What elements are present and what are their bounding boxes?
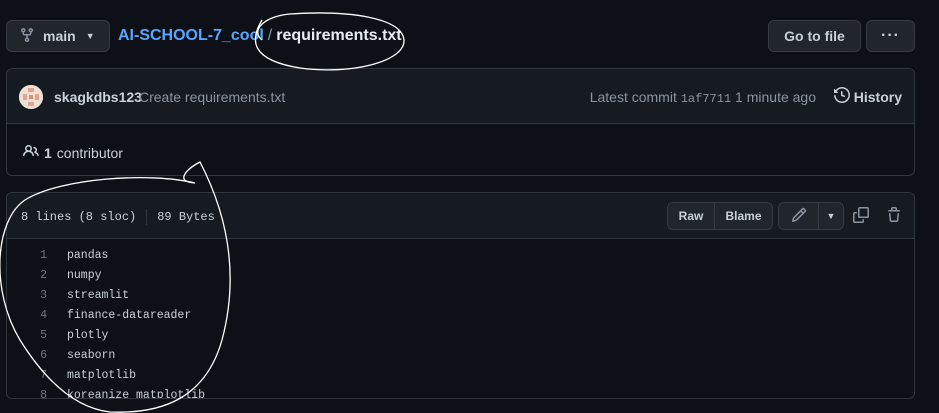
code-line: 3 streamlit [7,285,914,305]
file-size: 89 Bytes [157,210,215,224]
go-to-file-button[interactable]: Go to file [768,20,861,52]
breadcrumb-file-name: requirements.txt [276,27,402,44]
commit-sha-link[interactable]: 1af7711 [681,92,731,106]
code-line: 6 seaborn [7,345,914,365]
caret-down-icon: ▼ [826,211,836,221]
git-branch-icon [19,27,35,46]
blame-button[interactable]: Blame [715,203,772,229]
history-clock-icon [833,86,850,106]
code-line: 1 pandas [7,245,914,265]
line-number[interactable]: 2 [7,269,47,282]
line-number[interactable]: 3 [7,289,47,302]
commit-info-box: skagkdbs123 Create requirements.txt Late… [6,68,915,176]
raw-button[interactable]: Raw [668,203,715,229]
contributor-count: 1 [44,144,52,161]
branch-name: main [43,28,76,44]
branch-select-button[interactable]: main ▼ [6,20,110,52]
breadcrumb-repo-link[interactable]: AI-SCHOOL-7_cool [118,27,264,44]
people-icon [23,143,39,162]
line-content: pandas [67,248,109,262]
trash-icon[interactable] [886,207,902,226]
latest-commit-info: Latest commit 1af7711 1 minute ago [590,89,816,106]
line-number[interactable]: 8 [7,389,47,399]
divider [146,209,148,225]
edit-file-button[interactable] [779,203,819,229]
code-line: 5 plotly [7,325,914,345]
code-line: 4 finance-datareader [7,305,914,325]
file-navigation-bar: main ▼ AI-SCHOOL-7_cool / requirements.txt… [6,20,915,52]
line-number[interactable]: 6 [7,349,47,362]
line-content: koreanize_matplotlib [67,388,206,399]
commit-author-link[interactable]: skagkdbs123 [54,89,142,105]
raw-blame-group: Raw Blame [667,202,773,230]
contributors-link[interactable]: 1 contributor [23,143,123,162]
line-content: numpy [67,268,102,282]
caret-down-icon: ▼ [85,31,95,41]
file-info: 8 lines (8 sloc) 89 Bytes [21,209,215,225]
latest-commit-row: skagkdbs123 Create requirements.txt Late… [7,69,914,124]
code-line: 8 koreanize_matplotlib [7,385,914,399]
copy-icon[interactable] [853,207,869,226]
line-count: 8 lines (8 sloc) [21,210,137,224]
history-label: History [853,88,902,105]
line-number[interactable]: 4 [7,309,47,322]
more-options-button[interactable]: ··· [866,20,915,52]
line-content: finance-datareader [67,308,192,322]
line-number[interactable]: 5 [7,329,47,342]
pencil-icon [791,207,807,226]
breadcrumb: AI-SCHOOL-7_cool / requirements.txt [118,27,402,45]
code-line: 2 numpy [7,265,914,285]
history-link[interactable]: History [833,86,902,106]
line-number[interactable]: 7 [7,369,47,382]
code-listing: 1 pandas 2 numpy 3 streamlit 4 finance-datar… [7,239,914,399]
latest-commit-label: Latest commit [589,89,677,105]
code-line: 7 matplotlib [7,365,914,385]
edit-dropdown-button[interactable]: ▼ [819,203,843,229]
commit-message-link[interactable]: Create requirements.txt [139,89,285,105]
line-content: streamlit [67,288,130,302]
breadcrumb-separator: / [267,27,273,44]
line-content: matplotlib [67,368,137,382]
line-number[interactable]: 1 [7,249,47,262]
line-content: plotly [67,328,109,342]
contributor-label: contributor [56,144,123,161]
line-content: seaborn [67,348,116,362]
file-header: 8 lines (8 sloc) 89 Bytes Raw Blame ▼ [7,193,914,239]
file-viewer: 8 lines (8 sloc) 89 Bytes Raw Blame ▼ 1 p… [6,192,915,399]
edit-group: ▼ [778,202,844,230]
avatar[interactable] [19,85,43,109]
commit-time: 1 minute ago [735,89,816,105]
